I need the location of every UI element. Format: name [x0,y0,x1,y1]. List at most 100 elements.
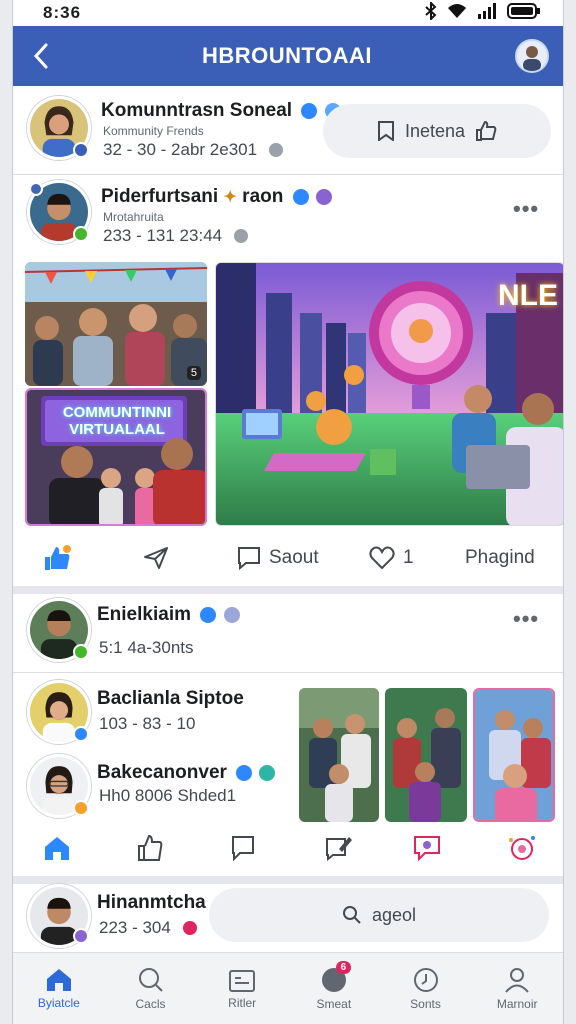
comment-reaction-button[interactable] [231,835,255,866]
thumbs-up-icon [138,834,163,861]
post-meta: 5:1 4a-30nts [99,638,194,658]
party-icon [509,835,535,860]
home-icon [45,836,69,860]
more-action-button[interactable]: Phagind [465,547,535,569]
nav-label: Smeat [316,996,352,1011]
comment-button[interactable]: Saout [237,546,319,570]
post-action-bar: Saout 1 Phagind [13,530,563,586]
share-button[interactable] [143,546,169,570]
back-arrow-icon [33,43,48,69]
alert-icon [182,921,197,935]
post-meta: 223 - 304 [99,918,197,938]
photo-thumbnail[interactable] [473,688,555,822]
author-subtitle: Kommunity Frends [103,124,204,138]
online-status-icon [73,142,89,158]
online-status-icon [73,226,89,242]
battery-icon [507,2,541,24]
app-frame: 8:36 HBROUNTOAAI Komunntrasn Soneal Komm… [12,0,564,1024]
post-time: 223 - 304 [99,918,171,937]
nav-label: Ritler [228,995,257,1010]
post-photo-virtual-city[interactable]: NLE [215,262,563,526]
banner-line1: COMMUNTINNI [62,404,172,421]
sparkle-icon: ✦ [223,189,237,206]
love-button[interactable]: 1 [369,546,414,570]
status-icon [73,800,89,816]
author-text: Hinanmtcha [97,892,206,913]
divider [13,672,563,673]
gear-badge-icon [259,764,276,781]
nav-label: Byiatcle [37,995,80,1010]
post-photo-family[interactable]: COMMUNTINNI VIRTUALAAL [25,388,207,526]
nav-explore[interactable]: Sonts [380,953,472,1024]
gear-badge-icon [223,606,240,623]
love-count: 1 [403,547,414,568]
author-subtitle: Mrotahruita [103,210,164,224]
interest-button[interactable]: Inetena [323,104,551,158]
nav-calendar[interactable]: Ritler [196,953,288,1024]
verified-icon [236,764,253,781]
post-meta: 103 - 83 - 10 [99,714,195,734]
edit-icon [29,182,43,196]
like-button[interactable] [43,545,71,571]
like-reaction-button[interactable] [137,834,163,867]
message-icon [414,835,440,861]
post-author-name[interactable]: Baclianla Siptoe [97,688,244,710]
search-icon [138,967,163,992]
page-title: HBROUNTOAAI [201,43,373,68]
comment-icon [232,835,254,861]
neon-sign-text: NLE [498,279,558,312]
author-suffix: raon [242,186,284,207]
thumbs-up-icon [476,120,497,141]
comment-icon [238,547,260,570]
message-reaction-button[interactable] [413,835,441,866]
photo-thumbnail[interactable] [299,688,379,822]
notification-badge: 6 [335,961,352,974]
photo-thumbnail[interactable] [385,688,467,822]
post-author-name[interactable]: Enielkiaim [97,604,240,626]
nav-home[interactable]: Byiatcle [13,953,105,1024]
party-reaction-button[interactable] [507,834,537,867]
more-options-icon[interactable]: ••• [513,606,539,632]
nav-profile[interactable]: Marnoir [471,953,563,1024]
author-text: Enielkiaim [97,604,191,625]
edit-reaction-button[interactable] [325,835,353,866]
status-time: 8:36 [43,3,82,22]
divider [13,174,563,175]
post-author-name[interactable]: Komunntrasn Soneal [101,100,341,122]
bookmark-icon [377,121,394,141]
back-button[interactable] [13,26,69,86]
post-time: 5:1 4a-30nts [99,638,194,657]
search-label: ageol [371,904,417,925]
search-bar[interactable]: ageol [209,888,549,942]
nav-chat[interactable]: 6 Smeat [288,953,380,1024]
explore-icon [413,967,438,992]
post-meta: 233 - 131 23:44 [103,226,249,246]
privacy-icon [269,143,284,157]
nav-search[interactable]: Cacls [105,953,197,1024]
reaction-bar [13,822,563,878]
profile-avatar[interactable] [515,39,549,73]
bluetooth-icon [425,0,437,25]
signal-icon [477,2,497,24]
thumbs-up-icon [45,545,71,570]
section-divider [13,876,563,884]
search-icon [342,906,361,924]
author-text: Bakecanonver [97,762,227,783]
home-reaction-button[interactable] [43,835,71,866]
post-meta: 32 - 30 - 2abr 2e301 [103,140,284,160]
status-icon [73,726,89,742]
bottom-navigation: Byiatcle Cacls Ritler 6 Smeat Sonts Marn… [13,952,563,1024]
status-icon [73,928,89,944]
edit-note-icon [326,836,352,861]
more-action-label: Phagind [465,547,535,568]
app-header: HBROUNTOAAI [13,26,563,86]
gear-badge-icon [315,188,332,205]
post-meta: Hh0 8006 Shded1 [99,786,236,806]
author-text: Piderfurtsani [101,186,219,207]
post-author-name[interactable]: Bakecanonver [97,762,276,784]
post-author-name[interactable]: Piderfurtsani ✦ raon [101,186,332,208]
nav-label: Cacls [135,996,166,1011]
more-options-icon[interactable]: ••• [513,196,539,222]
post-photo-crowd[interactable]: 5 [25,262,207,386]
interest-label: Inetena [404,120,466,141]
